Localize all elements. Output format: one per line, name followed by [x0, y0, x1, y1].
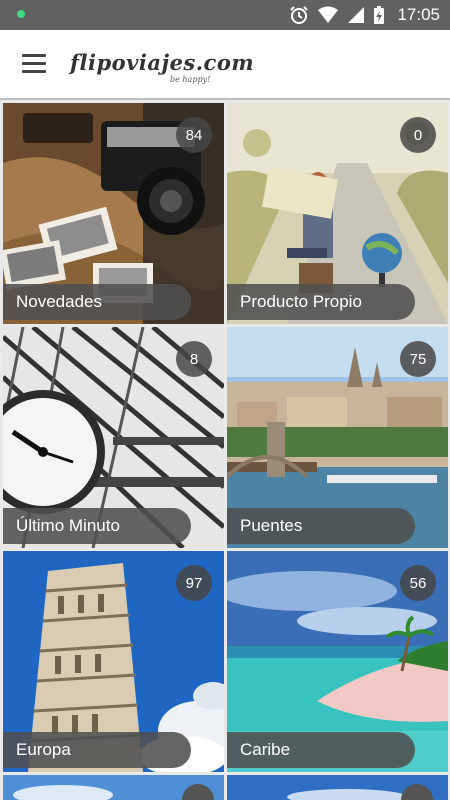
count-badge: 84 [176, 117, 212, 153]
sky-image [3, 775, 224, 800]
category-tile-europa[interactable]: 97 Europa [3, 551, 224, 772]
count-badge: 97 [176, 565, 212, 601]
notification-dot-icon [17, 10, 25, 18]
status-time: 17:05 [397, 5, 440, 24]
count-badge: 75 [400, 341, 436, 377]
sky-image [227, 775, 448, 800]
app-logo: flipoviajes.com be happy! [70, 50, 255, 84]
app-bar: flipoviajes.com be happy! [0, 30, 450, 100]
count-badge: 0 [400, 117, 436, 153]
category-label: Puentes [227, 508, 415, 544]
category-label: Producto Propio [227, 284, 415, 320]
status-bar: 17:05 [0, 0, 450, 30]
category-tile-caribe[interactable]: 56 Caribe [227, 551, 448, 772]
category-tile-puentes[interactable]: 75 Puentes [227, 327, 448, 548]
category-label: Caribe [227, 732, 415, 768]
alarm-icon [290, 6, 309, 24]
category-tile-novedades[interactable]: 84 Novedades [3, 103, 224, 324]
count-badge: 8 [176, 341, 212, 377]
category-label: Europa [3, 732, 191, 768]
category-label: Novedades [3, 284, 191, 320]
count-badge: 56 [400, 565, 436, 601]
status-icons: 17:05 [289, 0, 440, 30]
category-tile-ultimo-minuto[interactable]: 8 Último Minuto [3, 327, 224, 548]
category-tile-partial[interactable] [3, 775, 224, 800]
category-tile-partial[interactable] [227, 775, 448, 800]
category-tile-producto-propio[interactable]: 0 Producto Propio [227, 103, 448, 324]
signal-icon [348, 7, 365, 23]
category-label: Último Minuto [3, 508, 191, 544]
hamburger-menu-icon[interactable] [22, 54, 48, 74]
logo-text: flipoviajes.com [70, 50, 255, 75]
logo-tagline: be happy! [170, 75, 211, 84]
wifi-icon [318, 6, 339, 23]
battery-icon [374, 6, 385, 24]
